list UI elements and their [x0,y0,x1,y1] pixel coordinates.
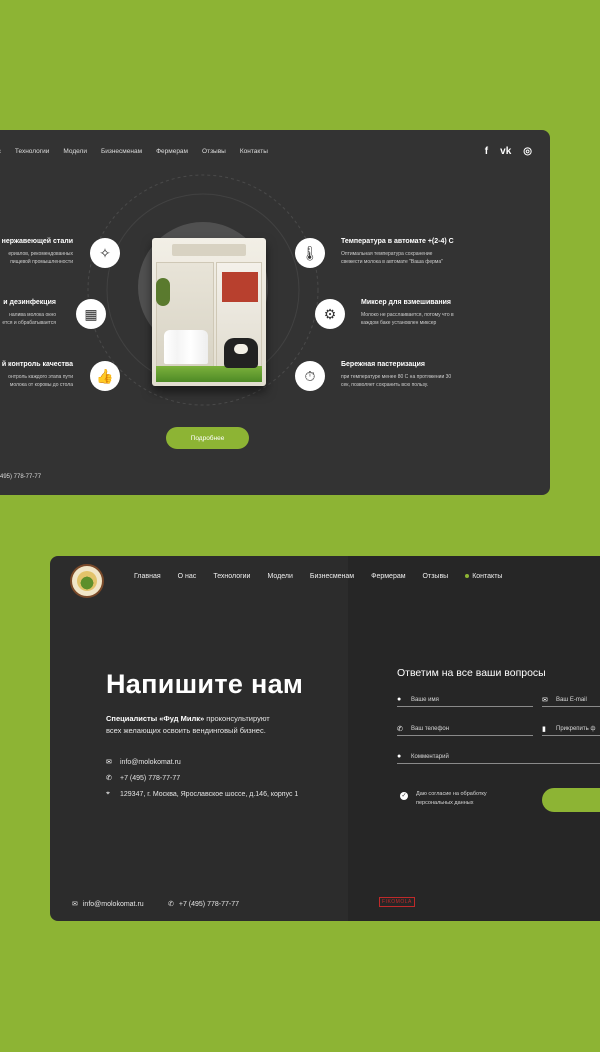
features-card: ас Технологии Модели Бизнесменам Фермера… [0,130,550,495]
active-dot-icon [465,574,470,579]
name-field[interactable]: ● Ваше имя [397,693,533,707]
email-icon: ✉ [106,759,112,766]
nav-item-contacts[interactable]: Контакты [240,148,268,155]
vk-icon[interactable]: vk [500,146,511,157]
nav-item-business[interactable]: Бизнесменам [101,148,142,155]
phone-icon: ✆ [397,725,403,733]
form-panel [348,556,600,921]
nav-item-models[interactable]: Модели [63,148,87,155]
feature-text: ется и обрабатывается [2,320,56,326]
attach-file-field[interactable]: ▮ Прикрепить ф [542,722,600,736]
facebook-icon[interactable]: f [485,146,488,157]
phone-number[interactable]: 495) 778-77-77 [0,474,41,480]
phone-field[interactable]: ✆ Ваш телефон [397,722,533,736]
footer-phone[interactable]: ✆ +7 (495) 778-77-77 [168,900,240,909]
nav-item-reviews[interactable]: Отзывы [423,573,449,580]
file-icon: ▮ [542,725,546,733]
feature-text: каждом баке установлен миксер [361,320,437,326]
nav-item-business[interactable]: Бизнесменам [310,573,354,580]
nav-item-reviews[interactable]: Отзывы [202,148,226,155]
consent-line1: Даю согласие на обработку [416,791,487,797]
thumbs-up-icon: 👍 [90,361,120,391]
comment-placeholder: Комментарий [411,753,449,760]
nav-item-contacts-label: Контакты [472,573,503,580]
email-placeholder: Ваш E-mail [556,696,587,703]
phone-placeholder: Ваш телефон [411,725,450,732]
brand-logo[interactable] [70,564,104,598]
email-icon: ✉ [542,696,548,704]
feature-text: пищевой промышленности [10,259,73,265]
consent-checkbox[interactable]: ✓ Даю согласие на обработку персональных… [400,790,487,808]
feature-text: налива молока окно [9,312,56,318]
feature-text: свежести молока в автомате "Ваша ферма" [341,259,443,265]
nav-item-technologies[interactable]: Технологии [213,573,250,580]
top-nav: ас Технологии Модели Бизнесменам Фермера… [0,148,268,155]
instagram-icon[interactable]: ◎ [523,146,532,157]
nav-item-farmers[interactable]: Фермерам [371,573,405,580]
developer-logo[interactable]: FIKOMOLA [379,897,415,907]
feature-text: Оптимальная температура сохранение [341,251,433,257]
solar-panel-icon: ▦ [76,299,106,329]
feature-title: Бережная пастеризация [341,361,425,368]
contact-card: Главная О нас Технологии Модели Бизнесме… [50,556,600,921]
feature-text: при температуре менее 80 С на протяжении… [341,374,452,380]
footer-phone-text: +7 (495) 778-77-77 [178,900,240,908]
social-links: f vk ◎ [485,146,532,157]
feature-title: нержавеющей стали [1,238,73,245]
user-icon: ● [397,696,402,703]
page-subtitle: Специалисты «Фуд Милк» проконсультируют … [106,713,270,737]
contact-phone-text: +7 (495) 778-77-77 [120,774,181,782]
comment-field[interactable]: ● Комментарий [397,750,600,764]
feature-title: и дезинфекция [3,299,56,306]
consent-label: Даю согласие на обработку персональных д… [416,790,487,808]
phone-icon: ✆ [168,901,174,908]
name-placeholder: Ваше имя [411,696,439,703]
nav-item-home[interactable]: Главная [134,573,161,580]
contact-address-text: 129347, г. Москва, Ярославское шоссе, д.… [120,790,299,798]
feature-text: сек, позволяет сохранить всю пользу. [341,382,429,388]
feature-text: онтроль каждого этапа пути [8,374,73,380]
contact-address: ⌖ 129347, г. Москва, Ярославское шоссе, … [106,790,298,798]
nav-item-about[interactable]: О нас [178,573,197,580]
nav-item-farmers[interactable]: Фермерам [156,148,188,155]
subtitle-text: проконсультируют [204,714,270,723]
more-button[interactable]: Подробнее [166,427,249,449]
phone-icon: ✆ [106,775,112,782]
feature-text: Молоко не расслаивается, потому что в [361,312,454,318]
footer-email-text: info@molokomat.ru [82,900,144,908]
nav-item-about[interactable]: ас [0,148,1,155]
sparkle-icon: ✧ [90,238,120,268]
form-title: Ответим на все ваши вопросы [397,667,546,679]
contact-phone[interactable]: ✆ +7 (495) 778-77-77 [106,774,181,783]
page-title: Напишите нам [106,669,304,699]
vending-machine-image [152,238,266,386]
feature-text: ериалов, рекомендованных [8,251,73,257]
consent-line2: персональных данных [416,800,474,806]
timer-icon: ⏱ [295,361,325,391]
thermometer-icon: 🌡 [295,238,325,268]
nav-item-models[interactable]: Модели [267,573,292,580]
feature-title: Температура в автомате +(2-4) С [341,238,454,245]
subtitle-text-line2: всех желающих освоить вендинговый бизнес… [106,726,266,735]
contact-email[interactable]: ✉ info@molokomat.ru [106,758,181,767]
feature-title: й контроль качества [1,361,73,368]
feature-text: молока от коровы до стола [9,382,73,388]
nav-item-technologies[interactable]: Технологии [15,148,50,155]
attach-placeholder: Прикрепить ф [556,725,596,732]
map-icon: ⌖ [106,790,110,797]
top-nav: Главная О нас Технологии Модели Бизнесме… [134,573,502,580]
footer-email[interactable]: ✉ info@molokomat.ru [72,900,144,909]
comment-icon: ● [397,753,402,760]
check-icon: ✓ [400,792,408,800]
mixer-icon: ⚙ [315,299,345,329]
send-button[interactable]: От [542,788,600,812]
feature-title: Миксер для взмешивания [361,299,452,306]
nav-item-contacts[interactable]: Контакты [465,573,502,580]
subtitle-company: Специалисты «Фуд Милк» [106,714,205,723]
email-icon: ✉ [72,901,78,908]
contact-email-text: info@molokomat.ru [120,758,181,766]
email-field[interactable]: ✉ Ваш E-mail [542,693,600,707]
